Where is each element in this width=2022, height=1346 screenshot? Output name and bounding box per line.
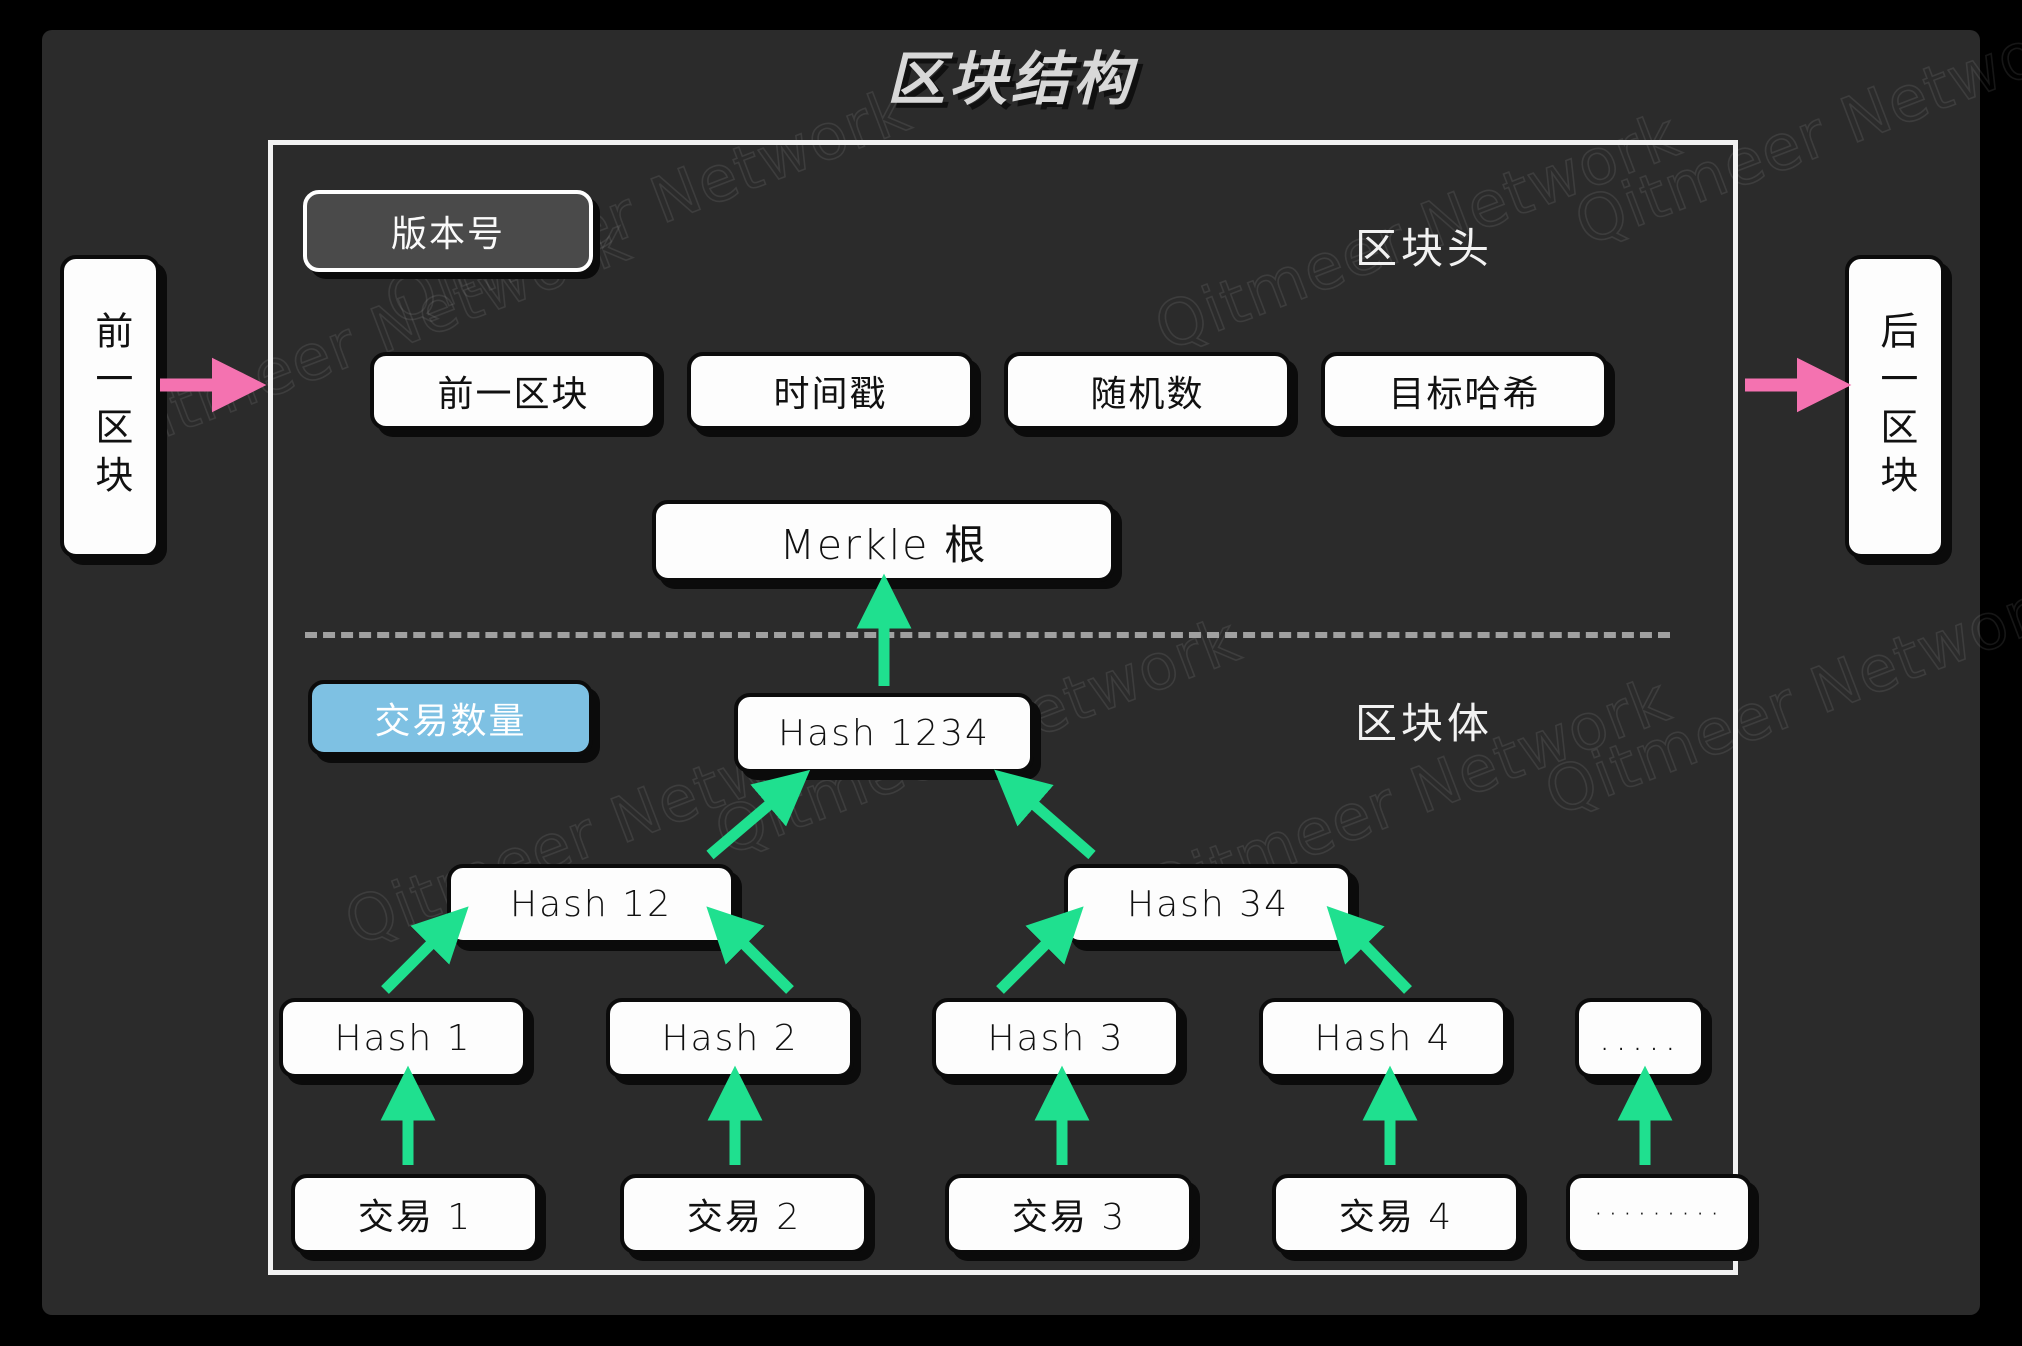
merkle-leaf-hash2[interactable]: Hash 2 — [606, 998, 854, 1078]
header-field-target-hash[interactable]: 目标哈希 — [1321, 352, 1608, 430]
version-number-box[interactable]: 版本号 — [303, 190, 593, 272]
transaction-box-2[interactable]: 交易 2 — [620, 1174, 868, 1254]
merkle-node-hash34[interactable]: Hash 34 — [1064, 864, 1352, 944]
header-field-nonce[interactable]: 随机数 — [1004, 352, 1291, 430]
transaction-count-box[interactable]: 交易数量 — [308, 680, 593, 756]
block-body-label: 区块体 — [1355, 699, 1494, 748]
block-header-label: 区块头 — [1355, 224, 1494, 273]
merkle-node-hash1234[interactable]: Hash 1234 — [734, 693, 1034, 773]
merkle-leaf-ellipsis[interactable]: ..... — [1575, 998, 1705, 1078]
previous-block-box[interactable]: 前一区块 — [60, 255, 160, 558]
next-block-box[interactable]: 后一区块 — [1845, 255, 1945, 558]
transaction-box-ellipsis[interactable]: ········· — [1566, 1174, 1752, 1254]
diagram-canvas: Qitmeer Network Qitmeer Network Qitmeer … — [0, 0, 2022, 1346]
page-title: 区块结构 — [886, 45, 1135, 113]
transaction-box-4[interactable]: 交易 4 — [1272, 1174, 1520, 1254]
merkle-leaf-hash3[interactable]: Hash 3 — [932, 998, 1180, 1078]
merkle-root-box[interactable]: Merkle 根 — [652, 500, 1115, 582]
transaction-box-1[interactable]: 交易 1 — [291, 1174, 539, 1254]
merkle-leaf-hash4[interactable]: Hash 4 — [1259, 998, 1507, 1078]
header-field-prev-hash[interactable]: 前一区块 — [370, 352, 657, 430]
merkle-leaf-hash1[interactable]: Hash 1 — [279, 998, 527, 1078]
header-field-timestamp[interactable]: 时间戳 — [687, 352, 974, 430]
transaction-box-3[interactable]: 交易 3 — [945, 1174, 1193, 1254]
header-body-divider — [305, 632, 1670, 638]
merkle-node-hash12[interactable]: Hash 12 — [447, 864, 735, 944]
